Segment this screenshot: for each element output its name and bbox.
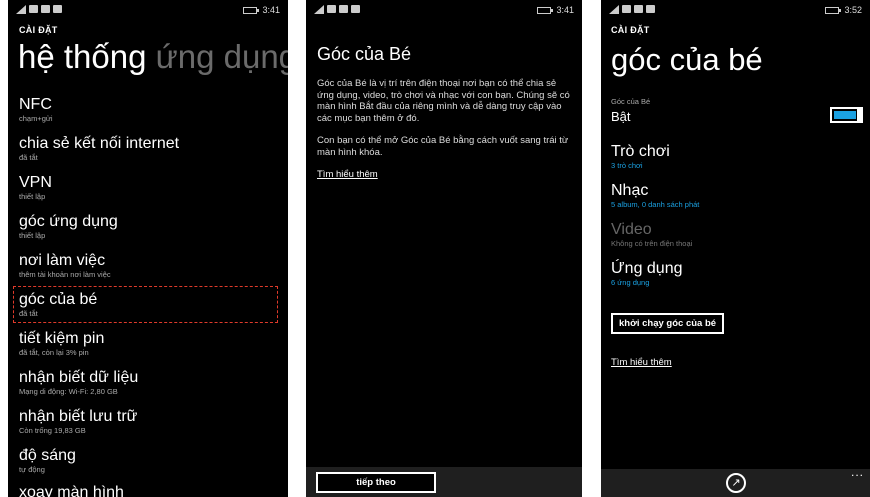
setting-title: góc ứng dụng: [19, 213, 118, 230]
phone-kids-corner-intro: 3:41 Góc của Bé Góc của Bé là vị trí trê…: [306, 0, 582, 497]
toggle-state: Bật: [611, 109, 631, 124]
setting-title: nhận biết dữ liệu: [19, 369, 139, 386]
phone-settings-system: 3:41 CÀI ĐẶT hệ thống ứng dụng NFC chạm+…: [8, 0, 288, 497]
kids-corner-toggle[interactable]: [830, 107, 863, 123]
data-icon: [339, 5, 348, 13]
app-caption: CÀI ĐẶT: [611, 25, 650, 35]
item-sub: 5 album, 0 danh sách phát: [611, 200, 700, 209]
setting-sub: đã tắt: [19, 309, 38, 318]
toggle-knob: [857, 107, 863, 123]
pivot-header: hệ thống ứng dụng: [18, 38, 288, 76]
item-sub: 3 trò chơi: [611, 161, 643, 170]
app-bar: ↗ ...: [601, 465, 870, 497]
setting-title: tiết kiệm pin: [19, 330, 105, 347]
item-video: Video Không có trên điện thoại: [611, 221, 692, 249]
setting-brightness[interactable]: độ sáng tự động: [19, 447, 76, 475]
setting-title: nhận biết lưu trữ: [19, 408, 138, 425]
setting-nfc[interactable]: NFC chạm+gửi: [19, 96, 53, 124]
status-bar: 3:41: [16, 5, 280, 17]
setting-sub: thêm tài khoản nơi làm việc: [19, 270, 111, 279]
signal-icon: [314, 5, 324, 14]
setting-title: nơi làm việc: [19, 252, 106, 269]
next-button[interactable]: tiếp theo: [316, 472, 436, 493]
setting-data-sense[interactable]: nhận biết dữ liệu Mạng di động: Wi-Fi: 2…: [19, 369, 138, 397]
item-title: Ứng dụng: [611, 260, 683, 277]
status-time: 3:52: [844, 5, 862, 15]
wifi-icon: [327, 5, 336, 13]
setting-sub: tự động: [19, 465, 45, 474]
setting-workplace[interactable]: nơi làm việc thêm tài khoản nơi làm việc: [19, 252, 111, 280]
setting-title: chia sẻ kết nối internet: [19, 135, 180, 152]
setting-sub: đã tắt: [19, 153, 38, 162]
setting-kids-corner[interactable]: góc của bé đã tắt: [19, 291, 97, 319]
setting-title: NFC: [19, 96, 52, 113]
learn-more-link[interactable]: Tìm hiểu thêm: [611, 357, 672, 368]
learn-more-link[interactable]: Tìm hiểu thêm: [317, 169, 378, 180]
item-games[interactable]: Trò chơi 3 trò chơi: [611, 143, 670, 171]
status-bar: 3:52: [609, 5, 862, 17]
setting-screen-rotation[interactable]: xoay màn hình: [19, 484, 124, 497]
setting-vpn[interactable]: VPN thiết lập: [19, 174, 52, 202]
app-caption: CÀI ĐẶT: [19, 25, 58, 35]
more-icon[interactable]: ...: [851, 465, 864, 479]
setting-title: góc của bé: [19, 291, 98, 308]
signal-icon: [16, 5, 26, 14]
data-icon: [634, 5, 643, 13]
intro-paragraph: Con bạn có thể mở Góc của Bé bằng cách v…: [317, 135, 569, 158]
status-time: 3:41: [556, 5, 574, 15]
wifi-icon: [29, 5, 38, 13]
launch-kids-corner-button[interactable]: khởi chạy góc của bé: [611, 313, 725, 334]
setting-app-corner[interactable]: góc ứng dụng thiết lập: [19, 213, 118, 241]
page-title: Góc của Bé: [317, 44, 412, 64]
app-bar: tiếp theo: [306, 467, 582, 497]
battery-icon: [537, 6, 554, 14]
setting-sub: đã tắt, còn lại 3% pin: [19, 348, 89, 357]
message-icon: [351, 5, 360, 13]
setting-sub: chạm+gửi: [19, 114, 53, 123]
setting-sub: thiết lập: [19, 192, 46, 201]
message-icon: [646, 5, 655, 13]
phone-kids-corner-settings: 3:52 CÀI ĐẶT góc của bé Góc của Bé Bật T…: [601, 0, 870, 497]
data-icon: [41, 5, 50, 13]
status-bar: 3:41: [314, 5, 574, 17]
page-title: góc của bé: [611, 42, 763, 77]
intro-paragraph: Góc của Bé là vị trí trên điện thoại nơi…: [317, 78, 570, 124]
setting-storage-sense[interactable]: nhận biết lưu trữ Còn trống 19,83 GB: [19, 408, 137, 436]
wifi-icon: [622, 5, 631, 13]
toggle-fill: [834, 111, 856, 119]
setting-internet-sharing[interactable]: chia sẻ kết nối internet đã tắt: [19, 135, 179, 163]
setting-title: xoay màn hình: [19, 484, 124, 497]
setting-title: VPN: [19, 174, 52, 191]
pin-icon[interactable]: ↗: [726, 473, 746, 493]
item-title: Trò chơi: [611, 143, 670, 160]
battery-icon: [243, 6, 260, 14]
pivot-applications[interactable]: ứng dụng: [156, 38, 288, 75]
toggle-label: Góc của Bé: [611, 97, 651, 106]
pivot-system[interactable]: hệ thống: [18, 38, 146, 75]
item-sub: 6 ứng dụng: [611, 278, 650, 287]
item-apps[interactable]: Ứng dụng 6 ứng dụng: [611, 260, 683, 288]
setting-sub: thiết lập: [19, 231, 46, 240]
setting-sub: Mạng di động: Wi-Fi: 2,80 GB: [19, 387, 118, 396]
intro-text: Góc của Bé là vị trí trên điện thoại nơi…: [317, 78, 573, 192]
item-title: Video: [611, 221, 652, 238]
signal-icon: [609, 5, 619, 14]
item-sub: Không có trên điện thoại: [611, 239, 693, 248]
battery-icon: [825, 6, 842, 14]
setting-sub: Còn trống 19,83 GB: [19, 426, 86, 435]
message-icon: [53, 5, 62, 13]
item-title: Nhạc: [611, 182, 649, 199]
item-music[interactable]: Nhạc 5 album, 0 danh sách phát: [611, 182, 699, 210]
setting-battery-saver[interactable]: tiết kiệm pin đã tắt, còn lại 3% pin: [19, 330, 104, 358]
setting-title: độ sáng: [19, 447, 76, 464]
status-time: 3:41: [262, 5, 280, 15]
